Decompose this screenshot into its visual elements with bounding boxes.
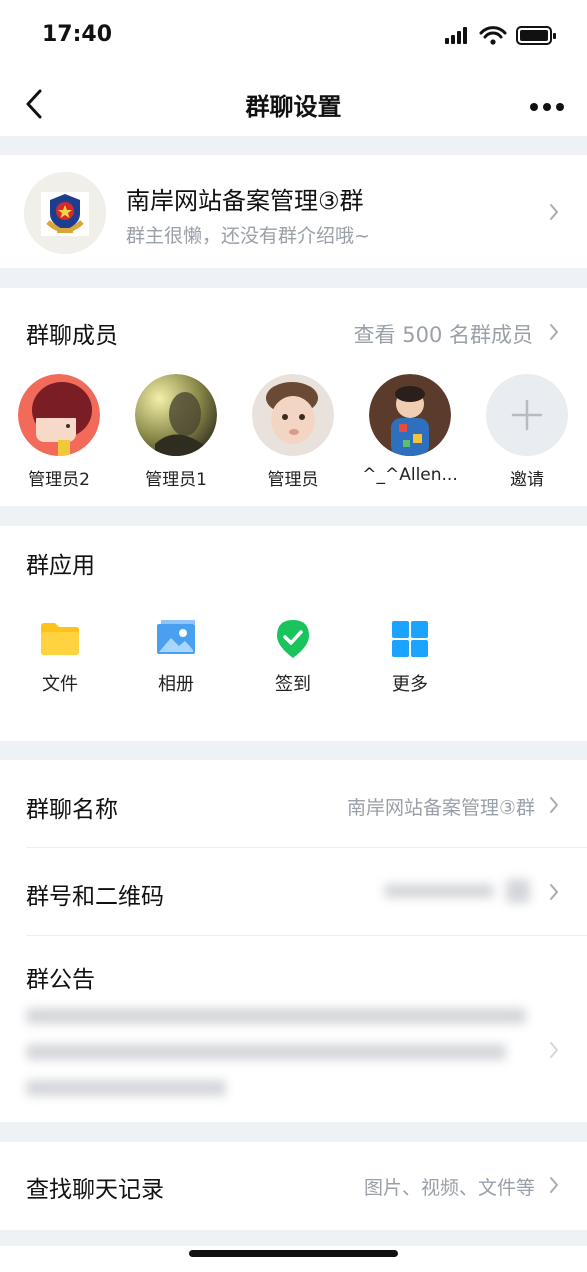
qr-code-icon: [506, 879, 530, 903]
members-title: 群聊成员: [26, 323, 118, 349]
status-icons: [445, 24, 565, 50]
announcement-text-blurred: [26, 1044, 506, 1060]
view-all-members-link[interactable]: 查看 500 名群成员: [354, 319, 533, 349]
more-button[interactable]: [529, 98, 565, 111]
member-item[interactable]: 管理员1: [121, 374, 231, 490]
group-name-value: 南岸网站备案管理③群: [346, 797, 535, 819]
member-avatar: [135, 374, 217, 456]
chevron-right-icon: [550, 204, 558, 220]
group-info-card[interactable]: 南岸网站备案管理③群 群主很懒，还没有群介绍哦~: [0, 155, 587, 268]
wifi-icon: [479, 26, 507, 45]
member-name: 管理员: [267, 470, 319, 490]
group-name-row[interactable]: 群聊名称 南岸网站备案管理③群: [0, 760, 587, 848]
member-avatar: [252, 374, 334, 456]
status-time: 17:40: [42, 22, 113, 47]
app-more[interactable]: 更多: [370, 618, 450, 696]
folder-icon: [39, 618, 81, 660]
group-number-value-blurred: [384, 884, 494, 898]
status-bar: 17:40: [0, 0, 587, 70]
announcement-label: 群公告: [26, 967, 95, 993]
search-history-label: 查找聊天记录: [26, 1177, 164, 1203]
member-item[interactable]: ^_^Allen...: [355, 374, 465, 485]
battery-icon: [516, 26, 556, 45]
app-label: 签到: [275, 674, 311, 695]
plus-icon: [511, 399, 543, 431]
members-card: 群聊成员 查看 500 名群成员 管理员2 管理员1 管理员 ^_^Allen.…: [0, 288, 587, 506]
apps-title: 群应用: [26, 553, 95, 579]
announcement-text-blurred: [26, 1008, 526, 1024]
chevron-right-icon: [550, 797, 558, 813]
group-name: 南岸网站备案管理③群: [126, 187, 364, 215]
member-name: 管理员1: [145, 470, 207, 490]
announcement-text-blurred: [26, 1080, 226, 1096]
page-title: 群聊设置: [245, 93, 342, 121]
app-label: 文件: [42, 674, 78, 695]
navigation-bar: 群聊设置: [0, 70, 587, 136]
member-name: ^_^Allen...: [362, 465, 458, 485]
home-indicator[interactable]: [189, 1250, 398, 1257]
member-avatar: [369, 374, 451, 456]
search-chat-history-row[interactable]: 查找聊天记录 图片、视频、文件等: [0, 1142, 587, 1230]
invite-label: 邀请: [510, 470, 544, 490]
invite-member-button[interactable]: 邀请: [472, 374, 582, 490]
app-label: 更多: [392, 674, 428, 695]
police-emblem-icon: [24, 172, 106, 254]
search-history-hint: 图片、视频、文件等: [363, 1177, 535, 1199]
group-intro: 群主很懒，还没有群介绍哦~: [126, 225, 370, 247]
group-apps-card: 群应用 文件 相册 签到 更多: [0, 526, 587, 741]
chevron-right-icon: [550, 884, 558, 900]
group-name-label: 群聊名称: [26, 797, 118, 823]
signal-icon: [445, 27, 467, 44]
check-in-icon: [272, 618, 314, 660]
app-files[interactable]: 文件: [20, 618, 100, 696]
chevron-right-icon: [550, 324, 558, 340]
announcement-row[interactable]: 群公告: [0, 936, 587, 1122]
member-avatar: [18, 374, 100, 456]
chevron-right-icon: [550, 1177, 558, 1193]
member-item[interactable]: 管理员2: [4, 374, 114, 490]
group-settings-card: 群聊名称 南岸网站备案管理③群 群号和二维码 群公告: [0, 760, 587, 1122]
photo-album-icon: [155, 618, 197, 660]
chevron-right-icon: [550, 1042, 558, 1058]
member-name: 管理员2: [28, 470, 90, 490]
app-photo-album[interactable]: 相册: [136, 618, 216, 696]
group-number-qr-row[interactable]: 群号和二维码: [0, 848, 587, 936]
more-dots-icon: [530, 103, 564, 111]
group-number-label: 群号和二维码: [26, 884, 164, 910]
invite-circle: [486, 374, 568, 456]
app-check-in[interactable]: 签到: [253, 618, 333, 696]
group-avatar: [24, 172, 106, 254]
member-item[interactable]: 管理员: [238, 374, 348, 490]
more-grid-icon: [389, 618, 431, 660]
app-label: 相册: [158, 674, 194, 695]
